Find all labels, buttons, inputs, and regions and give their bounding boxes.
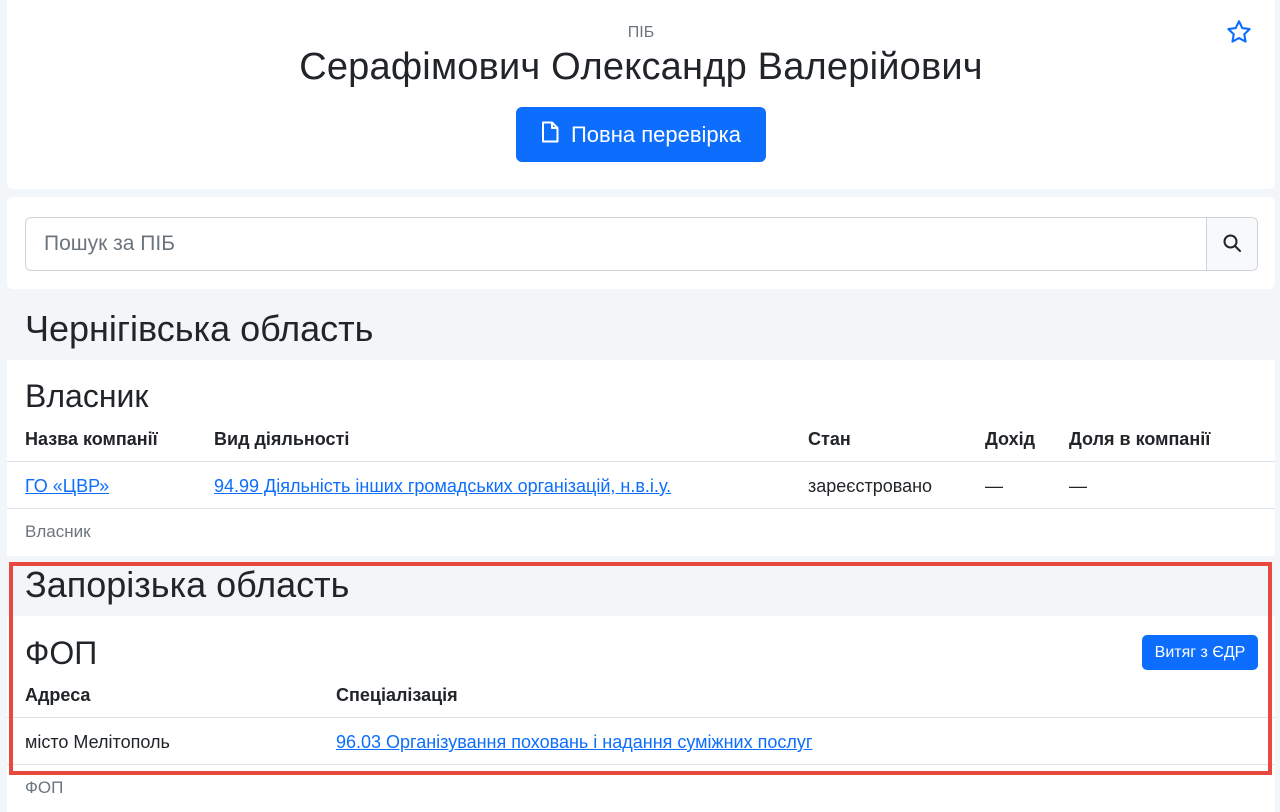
document-icon (541, 121, 559, 149)
column-income: Дохід (985, 429, 1036, 449)
table-divider (7, 461, 1275, 462)
column-company-name: Назва компанії (25, 429, 158, 449)
region-title-zaporizhzhia: Запорізька область (25, 564, 350, 605)
company-link[interactable]: ГО «ЦВР» (25, 476, 109, 497)
edr-extract-button[interactable]: Витяг з ЄДР (1142, 635, 1258, 670)
section-footer-owner: Власник (25, 522, 91, 541)
column-share: Доля в компанії (1069, 429, 1211, 449)
column-status: Стан (808, 429, 851, 449)
search-button[interactable] (1206, 218, 1257, 270)
income-value: — (985, 476, 1003, 496)
search-icon (1222, 233, 1242, 256)
section-title-owner: Власник (25, 378, 149, 414)
table-divider (7, 717, 1275, 718)
section-title-fop: ФОП (25, 635, 98, 671)
full-check-button[interactable]: Повна перевірка (516, 107, 766, 162)
owner-section: Власник Назва компанії Вид діяльності Ст… (7, 360, 1275, 556)
column-activity: Вид діяльності (214, 429, 350, 449)
section-footer-fop: ФОП (25, 778, 64, 797)
star-icon[interactable] (1225, 18, 1253, 46)
table-divider (7, 764, 1275, 765)
column-address: Адреса (25, 685, 91, 705)
pib-label: ПІБ (627, 24, 655, 41)
person-name: Серафімович Олександр Валерійович (299, 46, 983, 88)
region-title-chernihiv: Чернігівська область (25, 308, 374, 349)
address-value: місто Мелітополь (25, 732, 170, 752)
person-header-card: ПІБ Серафімович Олександр Валерійович По… (7, 0, 1275, 189)
specialization-link[interactable]: 96.03 Організування поховань і надання с… (336, 732, 812, 753)
search-bar (25, 217, 1258, 271)
table-divider (7, 508, 1275, 509)
share-value: — (1069, 476, 1087, 496)
fop-section: ФОП Витяг з ЄДР Адреса Спеціалізація міс… (7, 616, 1275, 812)
full-check-label: Повна перевірка (570, 121, 741, 147)
activity-link[interactable]: 94.99 Діяльність інших громадських орган… (214, 476, 671, 497)
column-specialization: Спеціалізація (336, 685, 458, 705)
search-input[interactable] (26, 218, 1206, 270)
search-card (7, 197, 1275, 289)
status-value: зареєстровано (808, 476, 933, 496)
